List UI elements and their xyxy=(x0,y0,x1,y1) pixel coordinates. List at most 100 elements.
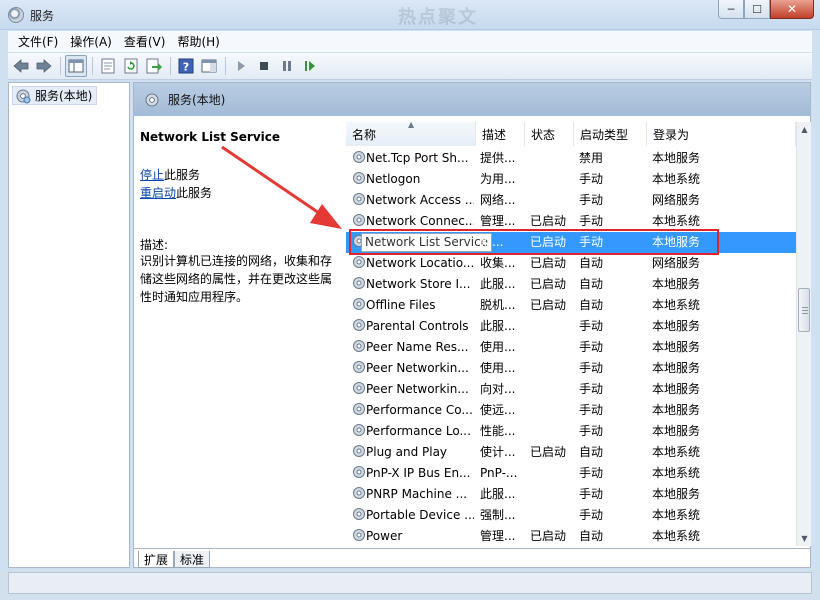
service-detail-panel: Network List Service 停止此服务 重启动此服务 描述: 识别… xyxy=(134,116,346,546)
cell-name: Net.Tcp Port Sh... xyxy=(366,151,469,165)
main-pane: 服务(本地) Network List Service 停止此服务 重启动此服务… xyxy=(133,82,811,568)
column-header-status[interactable]: 状态 xyxy=(525,122,574,146)
cell-logon-as: 本地服务 xyxy=(652,403,701,417)
cell-status: 已启动 xyxy=(530,256,567,270)
pause-service-icon[interactable] xyxy=(276,55,298,77)
show-hide-tree-icon[interactable] xyxy=(65,55,87,77)
toolbar: ? xyxy=(8,53,812,80)
sort-ascending-icon: ▲ xyxy=(408,122,415,129)
tree-item-services-local[interactable]: 服务(本地) xyxy=(12,86,98,105)
cell-description: 此服... xyxy=(480,487,516,501)
table-row[interactable]: Peer Networkin... 向对... 手动 本地服务 xyxy=(346,379,796,400)
scroll-thumb[interactable] xyxy=(798,288,810,332)
tab-standard[interactable]: 标准 xyxy=(174,551,211,568)
back-icon[interactable] xyxy=(10,55,32,77)
table-row[interactable]: Netlogon 为用... 手动 本地系统 xyxy=(346,169,796,190)
properties-icon[interactable] xyxy=(97,55,119,77)
stop-service-link[interactable]: 停止 xyxy=(140,168,164,182)
cell-status: 已启动 xyxy=(530,298,567,312)
cell-startup-type: 手动 xyxy=(579,319,604,333)
restart-service-link[interactable]: 重启动 xyxy=(140,186,176,200)
column-header-description[interactable]: 描述 xyxy=(476,122,525,146)
cell-name: Peer Networkin... xyxy=(366,361,469,375)
menu-action[interactable]: 操作(A) xyxy=(64,33,118,50)
service-gear-icon xyxy=(353,172,365,184)
service-gear-icon xyxy=(353,277,365,289)
cell-startup-type: 自动 xyxy=(579,445,604,459)
cell-name: Peer Networkin... xyxy=(366,382,469,396)
help-icon[interactable]: ? xyxy=(175,55,197,77)
cell-name: Parental Controls xyxy=(366,319,469,333)
table-row[interactable]: Offline Files 脱机... 已启动 自动 本地系统 xyxy=(346,295,796,316)
menu-bar: 文件(F) 操作(A) 查看(V) 帮助(H) xyxy=(8,31,812,52)
service-gear-icon xyxy=(353,151,365,163)
cell-startup-type: 手动 xyxy=(579,466,604,480)
table-row[interactable]: Peer Name Res... 使用... 手动 本地服务 xyxy=(346,337,796,358)
cell-startup-type: 自动 xyxy=(579,256,604,270)
vertical-scrollbar[interactable]: ▲ ▼ xyxy=(796,122,811,546)
refresh-icon[interactable] xyxy=(120,55,142,77)
service-gear-icon xyxy=(353,424,365,436)
table-row[interactable]: PNRP Machine ... 此服... 手动 本地服务 xyxy=(346,484,796,505)
table-row[interactable]: PnP-X IP Bus En... PnP-... 手动 本地系统 xyxy=(346,463,796,484)
menu-view[interactable]: 查看(V) xyxy=(118,33,172,50)
status-bar xyxy=(0,570,820,600)
column-header-name[interactable]: ▲ 名称 xyxy=(346,122,476,146)
cell-name: PNRP Machine ... xyxy=(366,487,468,501)
cell-description: 使远... xyxy=(480,403,516,417)
tab-extended[interactable]: 扩展 xyxy=(138,551,175,568)
cell-startup-type: 自动 xyxy=(579,277,604,291)
table-row[interactable]: Performance Lo... 性能... 手动 本地服务 xyxy=(346,421,796,442)
maximize-button[interactable]: ☐ xyxy=(744,0,770,19)
cell-status xyxy=(530,421,574,442)
restart-service-icon[interactable] xyxy=(299,55,321,77)
scroll-down-icon[interactable]: ▼ xyxy=(797,531,812,546)
stop-service-icon[interactable] xyxy=(253,55,275,77)
table-row[interactable]: Parental Controls 此服... 手动 本地服务 xyxy=(346,316,796,337)
cell-description: 为用... xyxy=(480,172,516,186)
restart-suffix: 此服务 xyxy=(176,186,213,200)
cell-status xyxy=(530,316,574,337)
stop-suffix: 此服务 xyxy=(164,168,201,182)
cell-status xyxy=(530,463,574,484)
service-gear-icon xyxy=(353,382,365,394)
cell-logon-as: 本地服务 xyxy=(652,487,701,501)
table-row[interactable]: Plug and Play 使计... 已启动 自动 本地系统 xyxy=(346,442,796,463)
table-row[interactable]: Network Locatio... 收集... 已启动 自动 网络服务 xyxy=(346,253,796,274)
cell-logon-as: 本地系统 xyxy=(652,508,701,522)
cell-description: 使计... xyxy=(480,445,516,459)
services-list: ▲ 名称 描述 状态 启动类型 登录为 Net.Tcp Port Sh... 提供… xyxy=(346,122,810,546)
cell-status: 已启动 xyxy=(530,529,567,543)
cell-description: 网络... xyxy=(480,193,516,207)
export-icon[interactable] xyxy=(143,55,165,77)
scroll-up-icon[interactable]: ▲ xyxy=(797,122,812,137)
table-row[interactable]: Peer Networkin... 使用... 手动 本地服务 xyxy=(346,358,796,379)
cell-description: 管理... xyxy=(480,529,516,543)
cell-description: 向对... xyxy=(480,382,516,396)
cell-logon-as: 本地系统 xyxy=(652,466,701,480)
stop-action: 停止此服务 xyxy=(140,166,200,183)
start-service-icon[interactable] xyxy=(230,55,252,77)
show-hide-action-pane-icon[interactable] xyxy=(198,55,220,77)
cell-status xyxy=(530,379,574,400)
forward-icon[interactable] xyxy=(33,55,55,77)
table-row[interactable]: Performance Co... 使远... 手动 本地服务 xyxy=(346,400,796,421)
table-row[interactable]: Network Store I... 此服... 已启动 自动 本地服务 xyxy=(346,274,796,295)
menu-help[interactable]: 帮助(H) xyxy=(171,33,225,50)
description-text: 识别计算机已连接的网络，收集和存储这些网络的属性，并在更改这些属性时通知应用程序… xyxy=(140,254,333,304)
restart-action: 重启动此服务 xyxy=(140,184,212,201)
table-row[interactable]: Portable Device ... 强制... 手动 本地系统 xyxy=(346,505,796,526)
cell-status xyxy=(530,358,574,379)
cell-logon-as: 本地服务 xyxy=(652,340,701,354)
cell-name: Netlogon xyxy=(366,172,421,186)
cell-logon-as: 本地服务 xyxy=(652,361,701,375)
column-header-startup-type[interactable]: 启动类型 xyxy=(574,122,647,146)
close-button[interactable]: ✕ xyxy=(770,0,814,19)
table-row[interactable]: Power 管理... 已启动 自动 本地系统 xyxy=(346,526,796,546)
table-row[interactable]: Network Access ... 网络... 手动 网络服务 xyxy=(346,190,796,211)
cell-description: 强制... xyxy=(480,508,516,522)
table-row[interactable]: Net.Tcp Port Sh... 提供... 禁用 本地服务 xyxy=(346,148,796,169)
menu-file[interactable]: 文件(F) xyxy=(12,33,64,50)
minimize-button[interactable]: ─ xyxy=(718,0,744,19)
column-header-logon-as[interactable]: 登录为 xyxy=(647,122,796,146)
